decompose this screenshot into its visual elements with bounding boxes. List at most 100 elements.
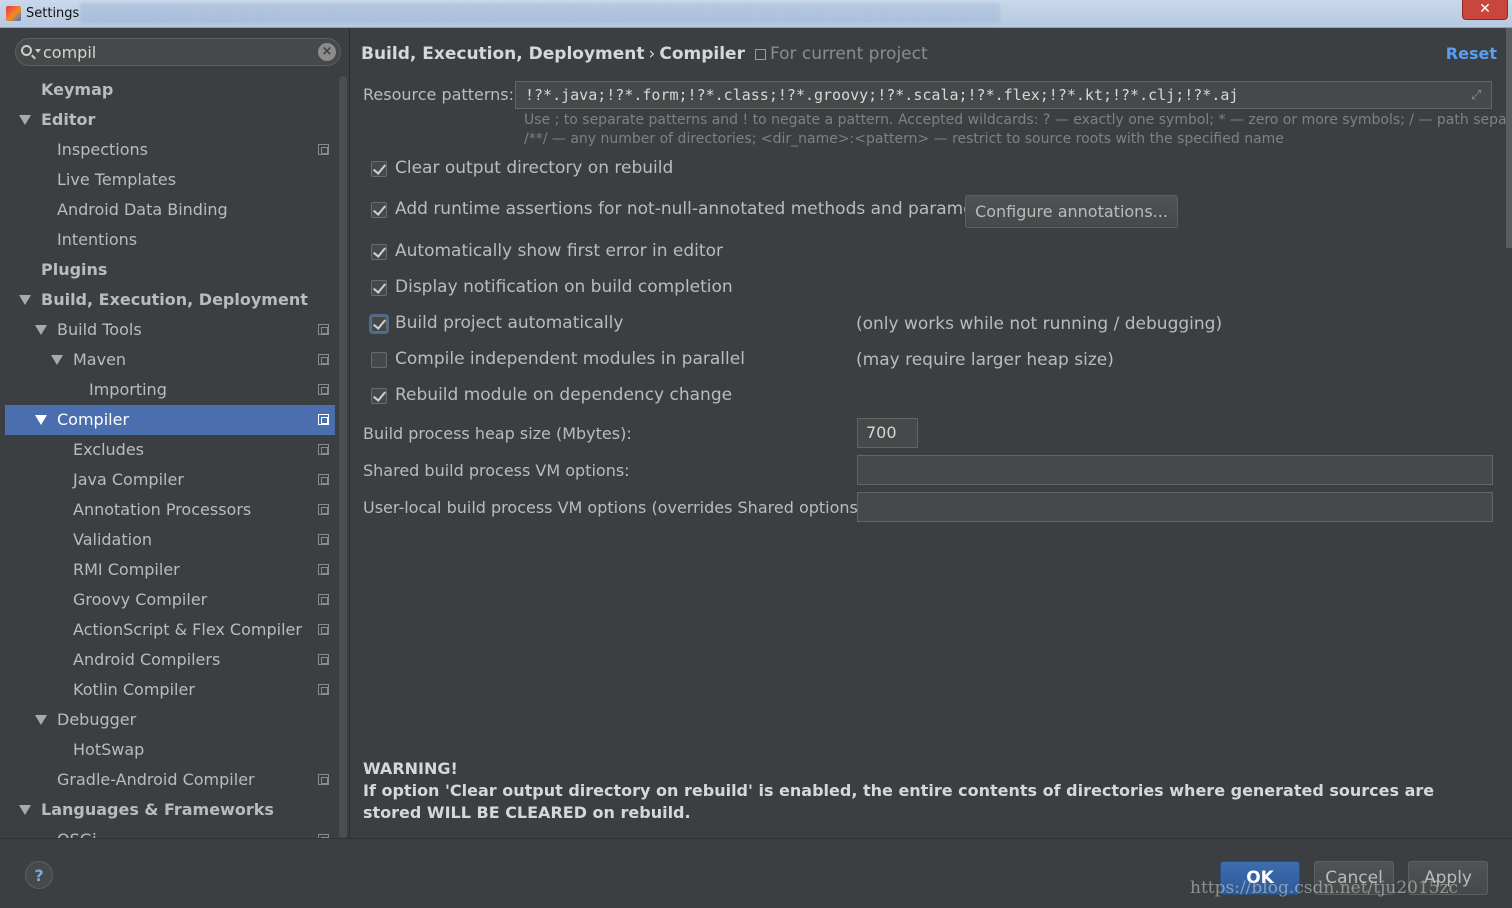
expand-arrow-icon[interactable] [35, 715, 47, 725]
reset-link[interactable]: Reset [1446, 44, 1497, 63]
runtime-assertions-checkbox[interactable] [371, 202, 387, 218]
notify-build-checkbox[interactable] [371, 280, 387, 296]
build-automatically-checkbox[interactable] [371, 316, 387, 332]
warning-text: If option 'Clear output directory on reb… [363, 781, 1435, 822]
tree-item-label: Maven [73, 350, 127, 369]
settings-search-field[interactable]: compil × [15, 38, 341, 66]
tree-item[interactable]: Maven [5, 345, 335, 375]
tree-item-label: Keymap [41, 80, 114, 99]
scope-label: For current project [769, 44, 928, 64]
clear-output-label[interactable]: Clear output directory on rebuild [395, 158, 673, 178]
heap-size-input[interactable]: 700 [857, 418, 918, 448]
expand-icon[interactable]: ⤢ [1471, 88, 1485, 103]
tree-item[interactable]: Android Data Binding [5, 195, 335, 225]
project-level-icon [318, 414, 329, 425]
resource-hint-line2: /**/ — any number of directories; <dir_n… [524, 131, 1284, 147]
tree-item[interactable]: Compiler [5, 405, 335, 435]
settings-sidebar: compil × Keymap Editor Inspections Live Tem… [5, 28, 349, 838]
tree-item[interactable]: OSGi [5, 825, 335, 838]
tree-item[interactable]: Java Compiler [5, 465, 335, 495]
tree-item[interactable]: Editor [5, 105, 335, 135]
expand-arrow-icon[interactable] [51, 355, 63, 365]
tree-item[interactable]: Android Compilers [5, 645, 335, 675]
expand-arrow-icon[interactable] [35, 415, 47, 425]
tree-item[interactable]: Plugins [5, 255, 335, 285]
blurred-tab-strip [80, 3, 1000, 23]
tree-item[interactable]: Annotation Processors [5, 495, 335, 525]
tree-item[interactable]: Keymap [5, 75, 335, 105]
tree-item-label: Validation [73, 530, 153, 549]
tree-item-label: Debugger [57, 710, 137, 729]
rebuild-on-dependency-checkbox[interactable] [371, 388, 387, 404]
tree-item[interactable]: Importing [5, 375, 335, 405]
tree-item[interactable]: Build Tools [5, 315, 335, 345]
shared-vm-options-input[interactable] [857, 455, 1493, 485]
expand-arrow-icon[interactable] [19, 115, 31, 125]
user-vm-options-input[interactable] [857, 492, 1493, 522]
tree-item-label: Languages & Frameworks [41, 800, 274, 819]
expand-arrow-icon[interactable] [35, 325, 47, 335]
tree-item-label: RMI Compiler [73, 560, 180, 579]
runtime-assertions-label[interactable]: Add runtime assertions for not-null-anno… [395, 199, 1007, 219]
search-input[interactable]: compil [43, 43, 96, 62]
tree-item[interactable]: Excludes [5, 435, 335, 465]
resource-hint-line1: Use ; to separate patterns and ! to nega… [524, 112, 1512, 128]
breadcrumb-parent: Build, Execution, Deployment [361, 44, 645, 64]
tree-item[interactable]: RMI Compiler [5, 555, 335, 585]
tree-item[interactable]: ActionScript & Flex Compiler [5, 615, 335, 645]
tree-item[interactable]: Live Templates [5, 165, 335, 195]
tree-item-label: Live Templates [57, 170, 177, 189]
tree-item[interactable]: Languages & Frameworks [5, 795, 335, 825]
clear-output-checkbox[interactable] [371, 161, 387, 177]
project-level-icon [318, 504, 329, 515]
compile-parallel-note: (may require larger heap size) [856, 350, 1114, 370]
show-first-error-label[interactable]: Automatically show first error in editor [395, 241, 723, 261]
rebuild-on-dependency-label[interactable]: Rebuild module on dependency change [395, 385, 732, 405]
tree-item[interactable]: Inspections [5, 135, 335, 165]
tree-item-label: Compiler [57, 410, 130, 429]
resource-patterns-value[interactable]: !?*.java;!?*.form;!?*.class;!?*.groovy;!… [525, 86, 1238, 104]
tree-item[interactable]: Groovy Compiler [5, 585, 335, 615]
expand-arrow-icon[interactable] [19, 805, 31, 815]
tree-item-label: Java Compiler [73, 470, 184, 489]
project-level-icon [318, 144, 329, 155]
expand-arrow-icon[interactable] [19, 295, 31, 305]
tree-item[interactable]: Kotlin Compiler [5, 675, 335, 705]
tree-item[interactable]: Build, Execution, Deployment [5, 285, 335, 315]
close-window-button[interactable]: ✕ [1462, 0, 1508, 20]
build-automatically-label[interactable]: Build project automatically [395, 313, 623, 333]
project-level-icon [318, 324, 329, 335]
tree-item-label: Plugins [41, 260, 108, 279]
tree-item-label: Groovy Compiler [73, 590, 208, 609]
project-level-icon [318, 354, 329, 365]
tree-item-label: Android Compilers [73, 650, 221, 669]
tree-item-label: ActionScript & Flex Compiler [73, 620, 302, 639]
help-button[interactable]: ? [25, 861, 53, 889]
tree-item-label: Gradle-Android Compiler [57, 770, 255, 789]
window-title: Settings [26, 6, 80, 21]
resource-patterns-field[interactable]: !?*.java;!?*.form;!?*.class;!?*.groovy;!… [515, 81, 1492, 109]
build-automatically-note: (only works while not running / debuggin… [856, 314, 1223, 334]
tree-item[interactable]: Intentions [5, 225, 335, 255]
sidebar-scrollbar[interactable] [339, 76, 347, 838]
notify-build-label[interactable]: Display notification on build completion [395, 277, 733, 297]
settings-tree: Keymap Editor Inspections Live Templates And… [5, 75, 335, 838]
configure-annotations-button[interactable]: Configure annotations... [965, 195, 1178, 228]
project-level-icon [318, 564, 329, 575]
project-level-icon [318, 474, 329, 485]
tree-item[interactable]: HotSwap [5, 735, 335, 765]
warning-title: WARNING! [363, 759, 458, 778]
tree-item[interactable]: Validation [5, 525, 335, 555]
user-vm-options-label: User-local build process VM options (ove… [363, 498, 870, 517]
tree-item[interactable]: Gradle-Android Compiler [5, 765, 335, 795]
tree-item-label: Android Data Binding [57, 200, 228, 219]
compile-parallel-checkbox[interactable] [371, 352, 387, 368]
search-icon[interactable] [21, 44, 43, 60]
project-level-icon [318, 534, 329, 545]
show-first-error-checkbox[interactable] [371, 244, 387, 260]
compile-parallel-label[interactable]: Compile independent modules in parallel [395, 349, 745, 369]
window-edge-scrollbar[interactable] [1506, 28, 1512, 248]
tree-item[interactable]: Debugger [5, 705, 335, 735]
clear-search-icon[interactable]: × [318, 43, 336, 61]
compiler-settings-panel: Build, Execution, Deployment › Compiler For… [350, 28, 1512, 838]
